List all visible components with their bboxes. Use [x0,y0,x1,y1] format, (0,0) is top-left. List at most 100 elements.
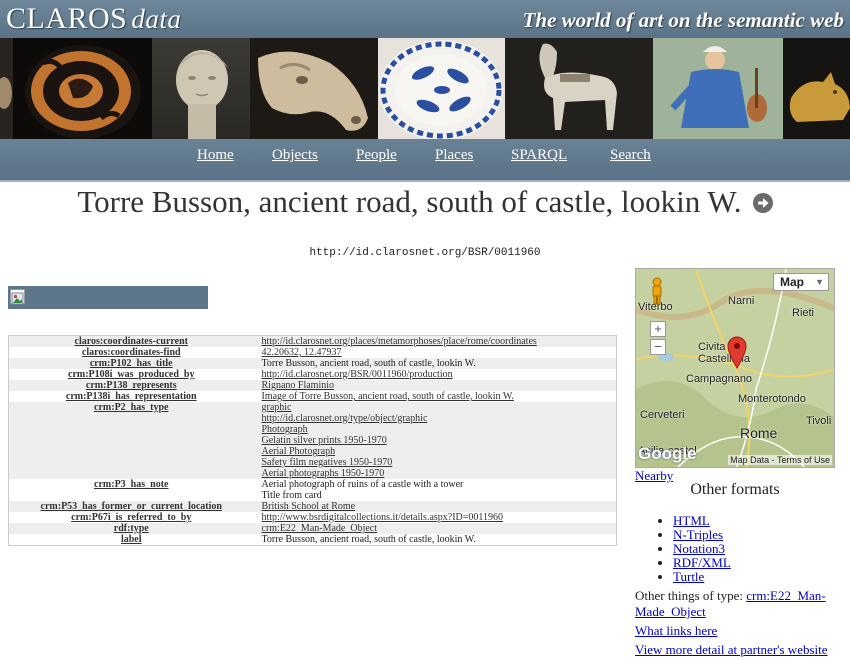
table-row: crm:P102_has_title Torre Busson, ancient … [8,358,617,369]
view-more-link[interactable]: View more detail at partner's website [635,642,828,657]
marble-head-image[interactable] [152,38,250,139]
nav-people[interactable]: People [356,147,397,164]
blue-fish-plate-image[interactable] [378,38,505,139]
property-value-link[interactable]: Aerial Photograph [262,446,613,457]
property-value-cell: Aerial photograph of ruins of a castle w… [253,479,617,501]
marble-horse-head-image[interactable] [250,38,378,139]
location-map[interactable]: Viterbo Narni Rieti Civita Castellana Ca… [635,268,835,468]
logo-sub-text: data [131,4,182,34]
map-marker-icon[interactable] [726,335,748,369]
property-value-link[interactable]: crm:E22_Man-Made_Object [262,523,613,534]
map-terms-link[interactable]: Terms of Use [777,455,830,465]
zoom-out-button[interactable]: − [650,339,666,355]
property-value-link[interactable]: Safety film negatives 1950-1970 [262,457,613,468]
page-title: Torre Busson, ancient road, south of cas… [77,184,742,219]
nav-search[interactable]: Search [610,147,651,164]
property-value-cell: Torre Busson, ancient road, south of cas… [253,358,617,369]
nav-sparql[interactable]: SPARQL [511,147,567,164]
persian-painting-image[interactable] [653,38,783,139]
property-key[interactable]: label [8,534,254,546]
ceramic-horse-image[interactable] [505,38,653,139]
property-value-text: Title from card [261,490,322,501]
property-value-link[interactable]: http://www.bsrdigitalcollections.it/deta… [262,512,613,523]
table-row: rdf:type crm:E22_Man-Made_Object [8,523,617,534]
formats-list: HTML N-Triples Notation3 RDF/XML Turtle [655,514,731,584]
list-item: Notation3 [673,542,731,556]
google-logo: Google [638,444,697,463]
property-key[interactable]: claros:coordinates-current [8,335,254,347]
other-things-prefix: Other things of type: [635,588,747,603]
property-key[interactable]: crm:P108i_was_produced_by [8,369,254,380]
property-value-link[interactable]: http://id.clarosnet.org/type/object/grap… [262,413,613,424]
property-value-cell: graphic http://id.clarosnet.org/type/obje… [253,402,617,479]
property-value-link[interactable]: http://id.clarosnet.org/places/metamorph… [262,336,613,347]
map-place-label: Rome [740,425,778,441]
property-value-link[interactable]: http://id.clarosnet.org/BSR/0011960/prod… [262,369,613,380]
golden-animal-image[interactable] [783,38,850,139]
property-value-text: Aerial photograph of ruins of a castle w… [261,479,464,490]
format-turtle-link[interactable]: Turtle [673,569,704,584]
title-row: Torre Busson, ancient road, south of cas… [0,184,850,220]
property-key[interactable]: crm:P2_has_type [8,402,254,479]
table-row: crm:P53_has_former_or_current_location Br… [8,501,617,512]
what-links-here-row: What links here [635,623,840,639]
property-key[interactable]: crm:P138_represents [8,380,254,391]
property-value-link[interactable]: Photograph [262,424,613,435]
arrow-right-icon[interactable] [752,193,773,213]
format-ntriples-link[interactable]: N-Triples [673,527,723,542]
resource-uri: http://id.clarosnet.org/BSR/0011960 [309,247,541,259]
nav-places[interactable]: Places [435,147,473,164]
main-nav: Home Objects People Places SPARQL Search [0,139,850,182]
format-notation3-link[interactable]: Notation3 [673,541,725,556]
claros-logo[interactable]: CLAROS data [6,2,181,36]
property-key[interactable]: claros:coordinates-find [8,347,254,358]
greek-plate-image[interactable] [13,38,152,139]
format-html-link[interactable]: HTML [673,513,710,528]
table-row: crm:P138_represents Rignano Flaminio [8,380,617,391]
property-value-link[interactable]: Gelatin silver prints 1950-1970 [262,435,613,446]
map-place-label: Campagnano [686,373,753,385]
format-rdfxml-link[interactable]: RDF/XML [673,555,731,570]
map-type-select[interactable]: Map ▼ [773,273,829,291]
property-value-link[interactable]: Aerial photographs 1950-1970 [262,468,613,479]
site-header: CLAROS data The world of art on the seman… [0,0,850,38]
property-value-cell: British School at Rome [253,501,617,512]
property-value-link[interactable]: Rignano Flaminio [262,380,613,391]
list-item: HTML [673,514,731,528]
pegman-icon[interactable] [650,277,664,305]
property-key[interactable]: rdf:type [8,523,254,534]
map-place-label: Tivoli [806,415,832,427]
property-value-link[interactable]: British School at Rome [262,501,613,512]
view-more-row: View more detail at partner's website [635,642,840,658]
property-value-text: Torre Busson, ancient road, south of cas… [261,534,476,545]
chevron-down-icon: ▼ [815,277,824,287]
map-place-label: Rieti [792,307,815,319]
zoom-in-button[interactable]: + [650,321,666,337]
broken-image-icon[interactable] [10,289,25,305]
property-key[interactable]: crm:P53_has_former_or_current_location [8,501,254,512]
property-value-cell: Torre Busson, ancient road, south of cas… [253,534,617,546]
property-key[interactable]: crm:P67i_is_referred_to_by [8,512,254,523]
table-row: crm:P138i_has_representation Image of Tor… [8,391,617,402]
property-value-text: Torre Busson, ancient road, south of cas… [261,358,476,369]
property-value-cell: http://id.clarosnet.org/places/metamorph… [253,335,617,347]
property-value-cell: http://www.bsrdigitalcollections.it/deta… [253,512,617,523]
property-value-cell: crm:E22_Man-Made_Object [253,523,617,534]
table-row: crm:P3_has_note Aerial photograph of ruin… [8,479,617,501]
map-place-label: Narni [728,295,755,307]
what-links-here-link[interactable]: What links here [635,623,717,638]
property-value-link[interactable]: Image of Torre Busson, ancient road, sou… [262,391,613,402]
table-row: claros:coordinates-current http://id.clar… [8,335,617,347]
map-place-label: Monterotondo [738,393,806,405]
nav-objects[interactable]: Objects [272,147,318,164]
property-key[interactable]: crm:P102_has_title [8,358,254,369]
property-value-link[interactable]: graphic [262,402,613,413]
property-key[interactable]: crm:P3_has_note [8,479,254,501]
nav-home[interactable]: Home [197,147,234,164]
image-placeholder-bar [8,286,208,309]
table-row: crm:P2_has_type graphic http://id.clarosne… [8,402,617,479]
banner-image-strip [0,38,850,139]
property-value-link[interactable]: 42.20632, 12.47937 [262,347,613,358]
property-key[interactable]: crm:P138i_has_representation [8,391,254,402]
map-data-link[interactable]: Map Data [730,455,769,465]
